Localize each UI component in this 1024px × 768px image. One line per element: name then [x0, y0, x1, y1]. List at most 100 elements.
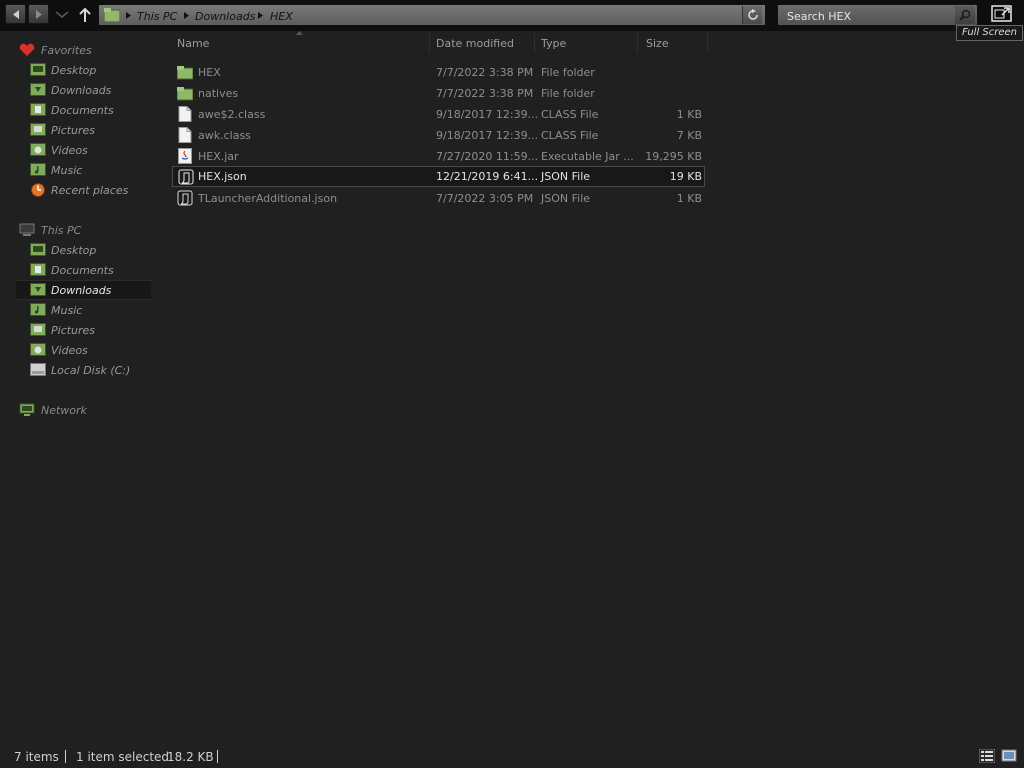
documents-folder-icon [30, 103, 46, 116]
search-button[interactable] [955, 6, 975, 24]
file-date: 9/18/2017 12:39... [436, 129, 539, 142]
breadcrumb-arrow-icon[interactable] [184, 12, 189, 19]
pictures-folder-icon [30, 323, 46, 336]
full-screen-icon [991, 5, 1012, 22]
file-type: CLASS File [541, 129, 599, 142]
file-date: 7/7/2022 3:38 PM [436, 87, 534, 100]
file-row[interactable]: HEX.jar 7/27/2020 11:59... Executable Ja… [172, 146, 705, 166]
file-row-selected[interactable]: HEX.json 12/21/2019 6:41... JSON File 19… [172, 166, 705, 187]
nav-favorites-pictures[interactable]: Pictures [30, 121, 152, 139]
column-divider[interactable] [534, 33, 535, 53]
drive-icon [30, 363, 46, 376]
file-row[interactable]: awk.class 9/18/2017 12:39... CLASS File … [172, 125, 705, 145]
column-divider[interactable] [429, 33, 430, 53]
nav-this-pc-music[interactable]: Music [30, 301, 152, 319]
documents-folder-icon [30, 263, 46, 276]
nav-favorites-downloads[interactable]: Downloads [30, 81, 152, 99]
file-date: 9/18/2017 12:39... [436, 108, 539, 121]
nav-favorites-documents[interactable]: Documents [30, 101, 152, 119]
music-folder-icon [30, 303, 46, 316]
nav-item-label: Documents [51, 264, 114, 277]
breadcrumb-this-pc[interactable]: This PC [137, 10, 177, 23]
nav-network-label: Network [41, 404, 87, 417]
column-header-name[interactable]: Name [177, 37, 209, 50]
breadcrumb-hex[interactable]: HEX [270, 10, 293, 23]
nav-favorites-videos[interactable]: Videos [30, 141, 152, 159]
recent-places-icon [31, 183, 45, 197]
address-bar[interactable]: This PC Downloads HEX [98, 4, 766, 26]
nav-this-pc-label: This PC [41, 224, 82, 237]
column-header-type[interactable]: Type [541, 37, 566, 50]
nav-item-label: Downloads [51, 284, 112, 297]
file-name: TLauncherAdditional.json [198, 192, 338, 205]
file-icon [178, 127, 192, 143]
forward-button[interactable] [28, 4, 49, 24]
script-icon [177, 190, 193, 206]
nav-this-pc-pictures[interactable]: Pictures [30, 321, 152, 339]
videos-folder-icon [30, 343, 46, 356]
file-type: Executable Jar ... [541, 150, 634, 163]
file-row[interactable]: TLauncherAdditional.json 7/7/2022 3:05 P… [172, 188, 705, 208]
search-box[interactable]: Search HEX [777, 4, 978, 26]
folder-icon [104, 8, 120, 22]
file-type: CLASS File [541, 108, 599, 121]
up-arrow-icon[interactable] [78, 7, 92, 23]
nav-item-label: Recent places [51, 184, 129, 197]
file-row[interactable]: awe$2.class 9/18/2017 12:39... CLASS Fil… [172, 104, 705, 124]
column-header-date-modified[interactable]: Date modified [436, 37, 514, 50]
status-divider [217, 750, 218, 763]
nav-item-label: Videos [51, 144, 88, 157]
file-type: JSON File [541, 170, 591, 183]
forward-arrow-icon [36, 10, 42, 19]
back-arrow-icon [13, 10, 19, 19]
status-selection-size: 18.2 KB [167, 750, 214, 764]
column-header-size[interactable]: Size [646, 37, 669, 50]
music-folder-icon [30, 163, 46, 176]
pictures-folder-icon [30, 123, 46, 136]
nav-item-label: Music [51, 304, 83, 317]
nav-item-label: Downloads [51, 84, 112, 97]
refresh-button[interactable] [742, 6, 762, 24]
sort-up-icon [296, 31, 303, 35]
network-icon [19, 403, 35, 416]
nav-this-pc[interactable]: This PC [18, 221, 158, 239]
file-name: HEX.jar [198, 150, 239, 163]
column-divider[interactable] [637, 33, 638, 53]
status-divider [65, 750, 66, 763]
nav-item-label: Pictures [51, 124, 96, 137]
nav-item-label: Local Disk (C:) [51, 364, 131, 377]
details-view-icon[interactable] [979, 749, 995, 763]
file-name: awk.class [198, 129, 251, 142]
nav-this-pc-videos[interactable]: Videos [30, 341, 152, 359]
column-divider[interactable] [707, 33, 708, 53]
file-size: 7 KB [676, 129, 702, 142]
breadcrumb-downloads[interactable]: Downloads [195, 10, 255, 23]
nav-favorites-desktop[interactable]: Desktop [30, 61, 152, 79]
nav-favorites-label: Favorites [41, 44, 92, 57]
computer-icon [19, 223, 35, 236]
nav-this-pc-local-disk[interactable]: Local Disk (C:) [30, 361, 152, 379]
nav-this-pc-downloads[interactable]: Downloads [30, 281, 152, 299]
file-size: 1 KB [676, 192, 702, 205]
file-type: File folder [541, 66, 595, 79]
full-screen-button[interactable] [990, 3, 1014, 25]
back-button[interactable] [5, 4, 26, 24]
nav-favorites-recent-places[interactable]: Recent places [30, 181, 152, 199]
nav-favorites[interactable]: Favorites [18, 41, 158, 59]
file-name: awe$2.class [198, 108, 266, 121]
nav-item-label: Pictures [51, 324, 96, 337]
file-row[interactable]: natives 7/7/2022 3:38 PM File folder [172, 83, 705, 103]
recent-locations-icon[interactable] [55, 10, 69, 19]
file-size: 19,295 KB [645, 150, 702, 163]
file-name: natives [198, 87, 239, 100]
nav-item-label: Music [51, 164, 83, 177]
nav-favorites-music[interactable]: Music [30, 161, 152, 179]
nav-this-pc-documents[interactable]: Documents [30, 261, 152, 279]
search-input[interactable]: Search HEX [787, 10, 851, 23]
breadcrumb-arrow-icon[interactable] [258, 12, 263, 19]
nav-network[interactable]: Network [18, 401, 158, 419]
nav-item-label: Documents [51, 104, 114, 117]
nav-this-pc-desktop[interactable]: Desktop [30, 241, 152, 259]
large-icons-view-icon[interactable] [1001, 749, 1017, 763]
file-row[interactable]: HEX 7/7/2022 3:38 PM File folder [172, 62, 705, 82]
